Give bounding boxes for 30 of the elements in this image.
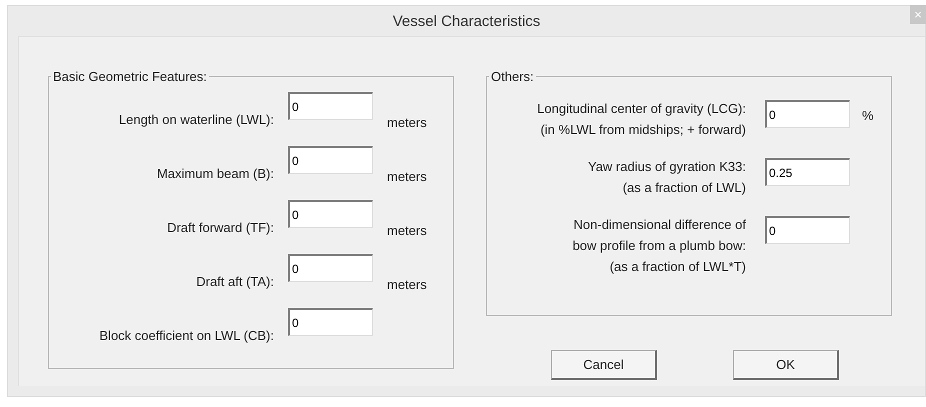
- input-field[interactable]: 0: [288, 200, 373, 228]
- input-field[interactable]: 0: [288, 308, 373, 336]
- window-title: Vessel Characteristics: [392, 12, 540, 30]
- field-label: Draft forward (TF):: [166, 220, 274, 234]
- field-label: (as a fraction of LWL): [622, 179, 746, 197]
- input-field[interactable]: 0: [765, 100, 850, 128]
- field-label: Length on waterline (LWL):: [118, 112, 274, 126]
- dialog-button[interactable]: OK: [733, 350, 839, 380]
- field-label: (in %LWL from midships; + forward): [540, 121, 746, 139]
- field-label: Maximum beam (B):: [156, 166, 274, 180]
- field-label: Non-dimensional difference of: [574, 216, 746, 234]
- dialog-button[interactable]: Cancel: [551, 350, 657, 380]
- input-field[interactable]: 0: [765, 216, 850, 244]
- unit-label: meters: [387, 276, 428, 292]
- unit-label: meters: [387, 114, 428, 130]
- unit-label: %: [862, 107, 874, 123]
- field-label: (as a fraction of LWL*T): [610, 258, 746, 276]
- group-title: Others:: [490, 69, 535, 84]
- field-label: Draft aft (TA):: [195, 274, 274, 288]
- input-field[interactable]: 0: [288, 254, 373, 282]
- field-label: bow profile from a plumb bow:: [572, 237, 746, 255]
- field-label: Yaw radius of gyration K33:: [588, 158, 746, 176]
- input-field[interactable]: 0: [288, 92, 373, 120]
- unit-label: meters: [387, 222, 428, 238]
- input-field[interactable]: 0.25: [765, 158, 850, 186]
- unit-label: meters: [387, 168, 428, 184]
- group-title: Basic Geometric Features:: [52, 69, 208, 84]
- input-field[interactable]: 0: [288, 146, 373, 174]
- field-label: Block coefficient on LWL (CB):: [98, 328, 274, 342]
- field-label: Longitudinal center of gravity (LCG):: [537, 100, 746, 118]
